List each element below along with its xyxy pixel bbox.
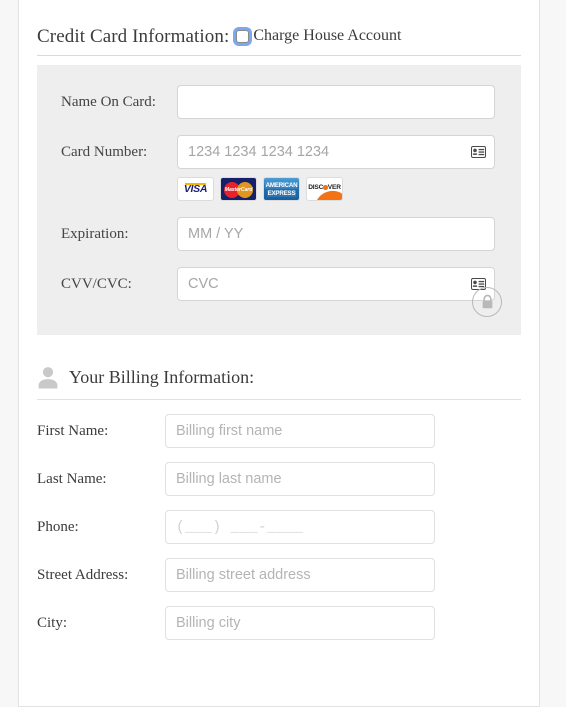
field-row-city: City: [37, 606, 521, 640]
discover-wordmark: DISC VER [307, 184, 342, 191]
field-row-street-address: Street Address: [37, 558, 521, 592]
discover-text-before: DISC [308, 184, 324, 191]
field-row-card-number: Card Number: 1234 1234 1234 1234 VISA Ma… [37, 135, 521, 201]
label-street-address: Street Address: [37, 567, 129, 583]
billing-header: Your Billing Information: [19, 335, 539, 389]
mastercard-icon: MasterCard [220, 177, 257, 201]
visa-wordmark: VISA [183, 182, 208, 195]
charge-house-account-label[interactable]: Charge House Account [253, 27, 401, 45]
label-phone: Phone: [37, 519, 79, 535]
american-express-icon: AMERICAN EXPRESS [263, 177, 300, 201]
discover-orange-o-icon [323, 185, 328, 190]
phone-input[interactable] [165, 510, 435, 544]
expiration-wrap [177, 217, 495, 251]
card-number-input[interactable] [177, 135, 495, 169]
credit-card-header: Credit Card Information: Charge House Ac… [19, 0, 539, 48]
accepted-card-brands: VISA MasterCard AMERICAN EXPRESS DISC VE… [177, 177, 495, 201]
amex-wordmark-line1: AMERICAN [264, 181, 299, 189]
title-divider [37, 55, 521, 56]
credit-card-panel: Name On Card: Card Number: 1234 1234 123… [37, 65, 521, 335]
field-row-name-on-card: Name On Card: [37, 85, 521, 119]
field-row-phone: Phone: [37, 510, 521, 544]
label-first-name: First Name: [37, 423, 109, 439]
label-expiration: Expiration: [61, 226, 129, 242]
visa-icon: VISA [177, 177, 214, 201]
city-input[interactable] [165, 606, 435, 640]
name-on-card-wrap [177, 85, 495, 119]
last-name-input[interactable] [165, 462, 435, 496]
lock-icon [482, 294, 492, 309]
expiration-input[interactable] [177, 217, 495, 251]
billing-fields: First Name: Last Name: Phone: Street Add… [19, 400, 539, 640]
name-on-card-input[interactable] [177, 85, 495, 119]
field-row-cvv: CVV/CVC: [37, 267, 521, 301]
label-name-on-card: Name On Card: [61, 94, 156, 110]
billing-title: Your Billing Information: [69, 366, 255, 387]
discover-icon: DISC VER [306, 177, 343, 201]
field-row-last-name: Last Name: [37, 462, 521, 496]
field-row-expiration: Expiration: [37, 217, 521, 251]
label-cvv: CVV/CVC: [61, 276, 132, 292]
discover-text-after: VER [327, 184, 341, 191]
amex-wordmark-line2: EXPRESS [266, 189, 297, 197]
visa-accent-bar [185, 183, 206, 185]
cvv-wrap [177, 267, 495, 301]
first-name-input[interactable] [165, 414, 435, 448]
label-card-number: Card Number: [61, 144, 148, 160]
cvv-input[interactable] [177, 267, 495, 301]
card-number-wrap [177, 135, 495, 169]
checkout-form-card: Credit Card Information: Charge House Ac… [18, 0, 540, 707]
street-address-input[interactable] [165, 558, 435, 592]
person-icon [38, 367, 58, 389]
secure-lock-badge [472, 287, 502, 317]
label-city: City: [37, 615, 68, 631]
label-last-name: Last Name: [37, 471, 107, 487]
charge-house-account-checkbox[interactable] [236, 30, 250, 43]
mastercard-wordmark: MasterCard [224, 186, 253, 193]
field-row-first-name: First Name: [37, 414, 521, 448]
page-title: Credit Card Information: [37, 26, 230, 47]
charge-house-account-group[interactable]: Charge House Account [236, 27, 401, 45]
